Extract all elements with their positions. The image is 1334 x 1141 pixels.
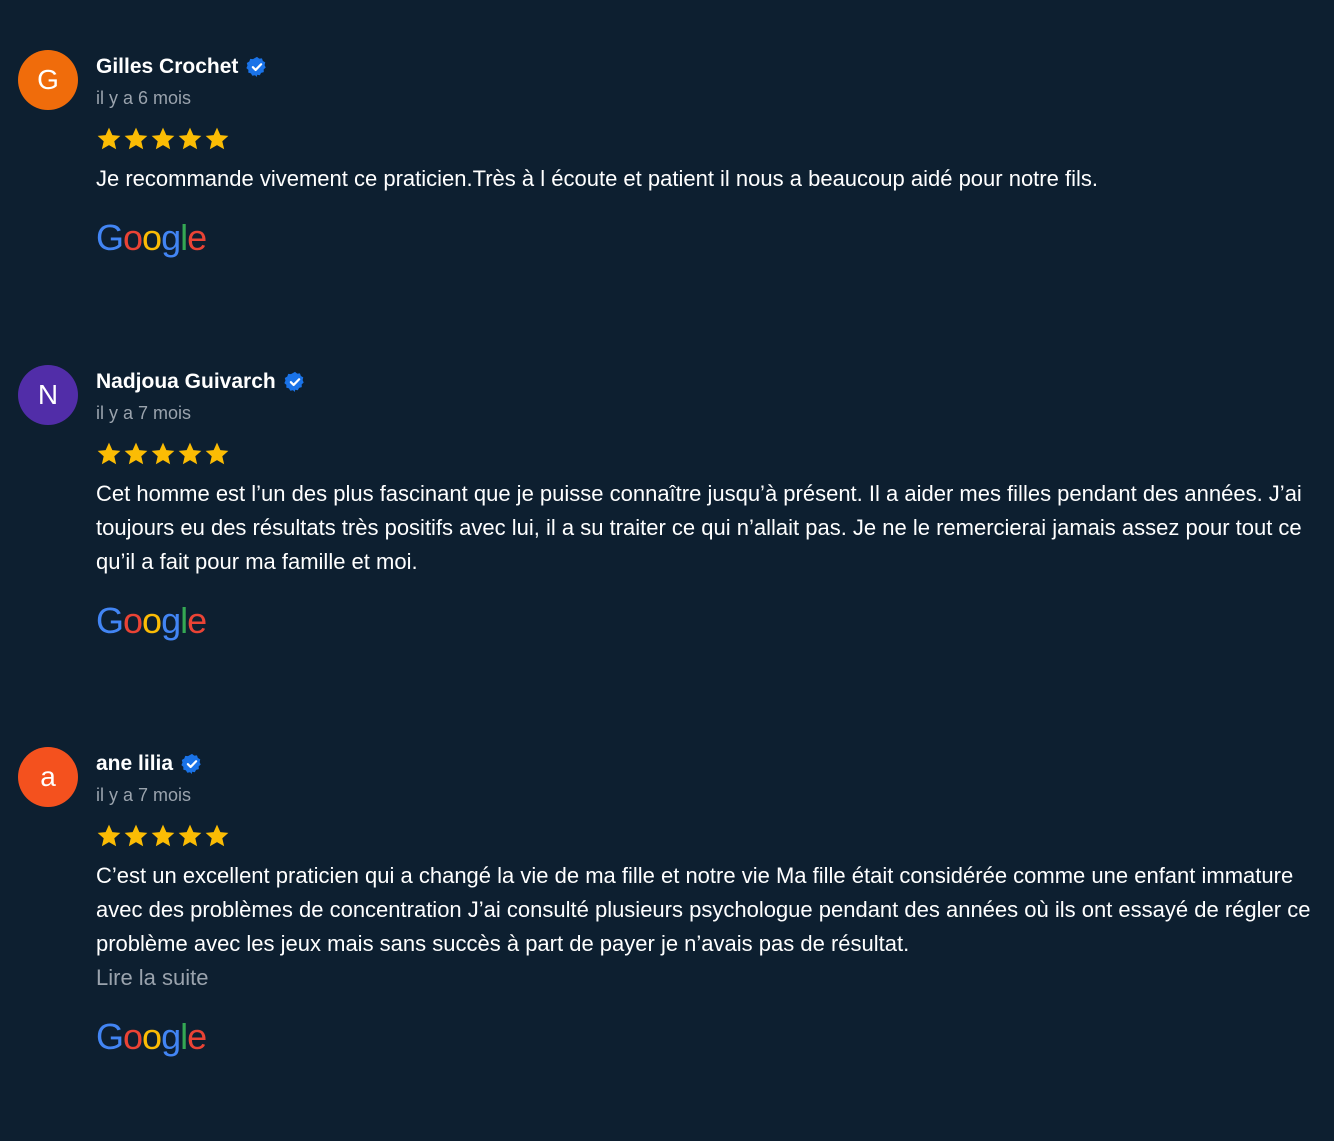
google-logo-letter: o bbox=[142, 600, 162, 641]
google-logo-letter: o bbox=[123, 217, 143, 258]
star-icon bbox=[96, 823, 122, 849]
reviewer-name[interactable]: Nadjoua Guivarch bbox=[96, 370, 276, 394]
google-logo-letter: G bbox=[96, 217, 124, 258]
star-rating bbox=[96, 441, 1314, 469]
avatar: a bbox=[18, 747, 78, 807]
google-logo-letter: G bbox=[96, 1016, 124, 1057]
star-icon bbox=[150, 441, 176, 467]
star-rating bbox=[96, 823, 1314, 851]
star-icon bbox=[150, 823, 176, 849]
verified-badge-icon bbox=[246, 56, 268, 78]
star-rating bbox=[96, 126, 1314, 154]
read-more-link[interactable]: Lire la suite bbox=[96, 961, 1314, 995]
star-icon bbox=[123, 126, 149, 152]
review-date: il y a 7 mois bbox=[96, 785, 192, 805]
google-logo-letter: o bbox=[142, 1016, 162, 1057]
reviewer-name[interactable]: ane lilia bbox=[96, 752, 173, 776]
google-logo-letter: g bbox=[161, 600, 181, 641]
reviewer-header: Gilles Crochet bbox=[96, 52, 1314, 82]
reviewer-header: Nadjoua Guivarch bbox=[96, 367, 1314, 397]
review-text: C’est un excellent praticien qui a chang… bbox=[96, 863, 1311, 956]
google-logo-letter: g bbox=[161, 217, 181, 258]
google-logo-letter: e bbox=[187, 217, 207, 258]
google-logo-letter: e bbox=[187, 600, 207, 641]
avatar: N bbox=[18, 365, 78, 425]
star-icon bbox=[177, 126, 203, 152]
verified-badge-icon bbox=[181, 753, 203, 775]
reviewer-name[interactable]: Gilles Crochet bbox=[96, 55, 238, 79]
google-logo-letter: e bbox=[187, 1016, 207, 1057]
google-logo-letter: G bbox=[96, 600, 124, 641]
review-text: Je recommande vivement ce praticien.Très… bbox=[96, 166, 1098, 191]
google-logo-letter: o bbox=[142, 217, 162, 258]
star-icon bbox=[204, 126, 230, 152]
google-logo-letter: o bbox=[123, 1016, 143, 1057]
google-logo[interactable]: Google bbox=[96, 599, 1314, 643]
google-logo[interactable]: Google bbox=[96, 1015, 1314, 1059]
review-date: il y a 7 mois bbox=[96, 403, 192, 423]
star-icon bbox=[177, 823, 203, 849]
review-content: Gilles Crochet il y a 6 mois Je recomman… bbox=[96, 50, 1314, 260]
review-text: Cet homme est l’un des plus fascinant qu… bbox=[96, 481, 1302, 574]
star-icon bbox=[150, 126, 176, 152]
verified-badge-icon bbox=[284, 371, 306, 393]
google-logo-letter: o bbox=[123, 600, 143, 641]
star-icon bbox=[123, 441, 149, 467]
review-date: il y a 6 mois bbox=[96, 88, 192, 108]
review-content: ane lilia il y a 7 mois C’est un excelle… bbox=[96, 747, 1314, 1059]
star-icon bbox=[96, 441, 122, 467]
google-logo-letter: g bbox=[161, 1016, 181, 1057]
star-icon bbox=[204, 823, 230, 849]
star-icon bbox=[123, 823, 149, 849]
star-icon bbox=[204, 441, 230, 467]
review-content: Nadjoua Guivarch il y a 7 mois Cet homme… bbox=[96, 365, 1314, 643]
avatar: G bbox=[18, 50, 78, 110]
google-logo[interactable]: Google bbox=[96, 216, 1314, 260]
star-icon bbox=[177, 441, 203, 467]
star-icon bbox=[96, 126, 122, 152]
reviewer-header: ane lilia bbox=[96, 749, 1314, 779]
